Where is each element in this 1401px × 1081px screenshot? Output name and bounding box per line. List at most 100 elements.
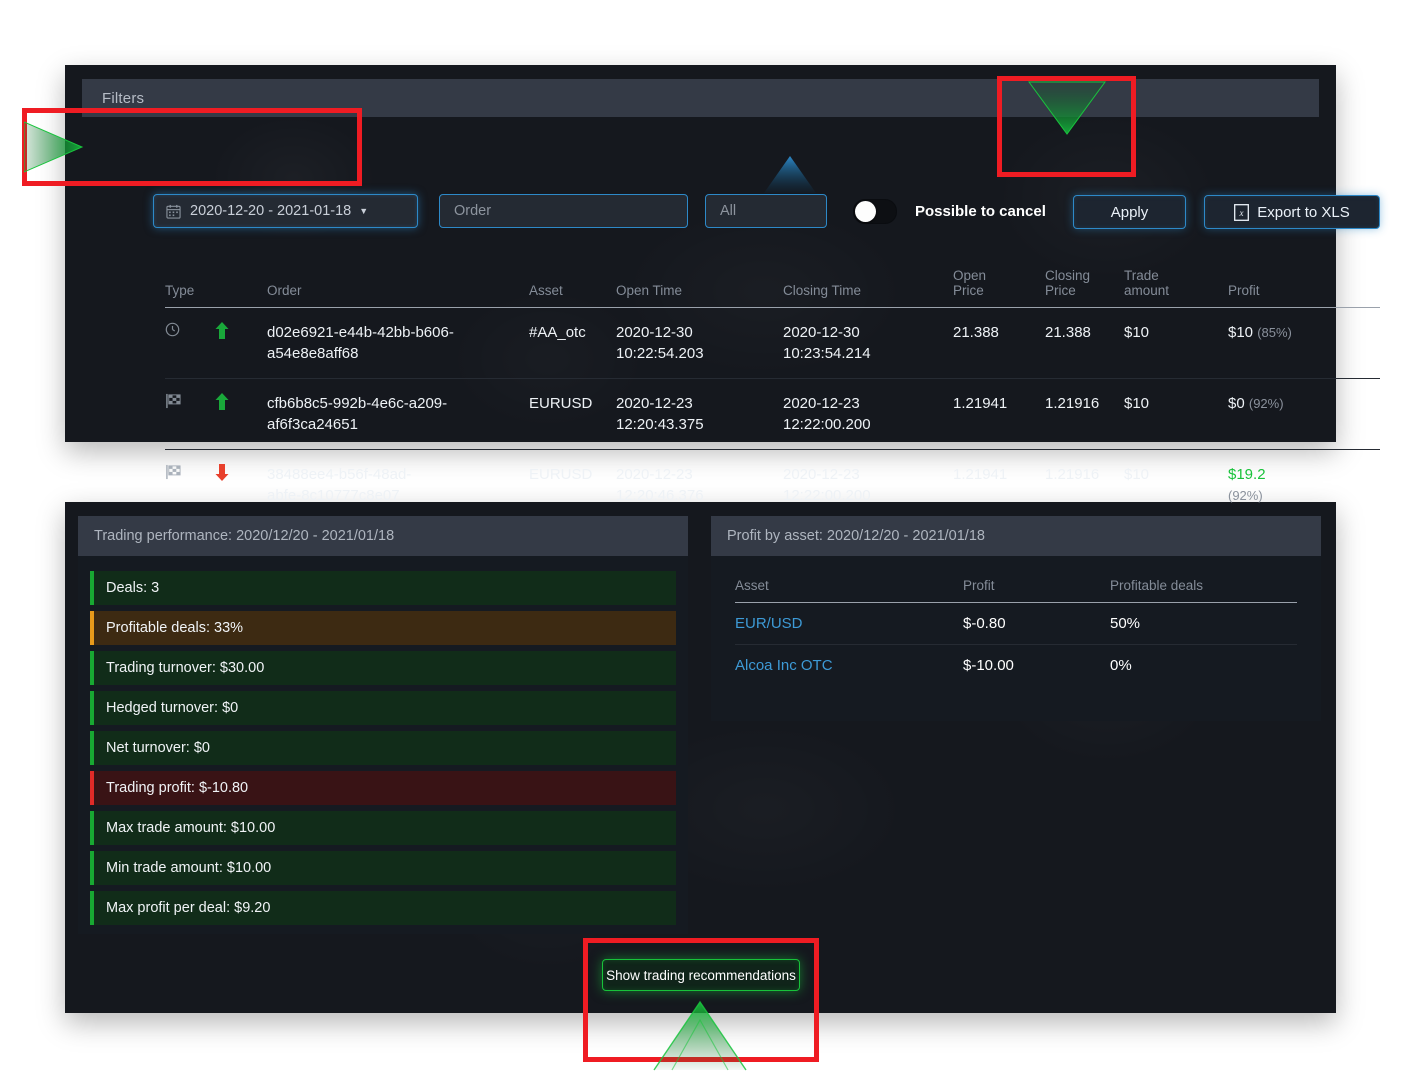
asset-link[interactable]: EUR/USD (735, 615, 803, 632)
cell-open-time: 2020-12-23 12:20:43.375 (616, 395, 704, 433)
performance-stat-label: Trading turnover: $30.00 (106, 660, 265, 676)
status-select[interactable]: All (705, 194, 827, 228)
col-closing-time: Closing Time (783, 283, 862, 298)
cell-closing-time: 2020-12-23 12:22:00.200 (783, 395, 871, 433)
col-asset: Asset (529, 283, 563, 298)
cell-profit: $0 (92%) (1228, 393, 1380, 414)
trading-performance-card: Trading performance: 2020/12/20 - 2021/0… (78, 516, 688, 934)
cell-trade-amount: $10 (1124, 324, 1150, 341)
show-trading-recommendations-button[interactable]: Show trading recommendations (602, 959, 800, 991)
cell-asset: EURUSD (529, 466, 593, 483)
asset-profitable-deals: 50% (1110, 614, 1141, 632)
possible-to-cancel-group: Possible to cancel (853, 198, 1046, 224)
cell-profit: $10 (85%) (1228, 322, 1380, 343)
cell-asset: #AA_otc (529, 324, 586, 341)
performance-stat-label: Hedged turnover: $0 (106, 700, 239, 716)
table-row[interactable]: cfb6b8c5-992b-4e6c-a209- af6f3ca24651 EURU… (165, 379, 1380, 450)
asset-profit: $-10.00 (963, 656, 1014, 674)
col-profit: Profit (1228, 283, 1260, 298)
cell-closing-time: 2020-12-23 12:22:00.200 (783, 466, 871, 504)
performance-stat-label: Trading profit: $-10.80 (106, 780, 249, 796)
performance-stat-label: Deals: 3 (106, 580, 160, 596)
date-range-value: 2020-12-20 - 2021-01-18 (190, 203, 352, 219)
performance-stat-row: Min trade amount: $10.00 (90, 851, 676, 885)
performance-stat-label: Net turnover: $0 (106, 740, 210, 756)
col-asset-profit: Profit (963, 578, 995, 593)
performance-stat-row: Trading profit: $-10.80 (90, 771, 676, 805)
trading-performance-title: Trading performance: 2020/12/20 - 2021/0… (94, 528, 395, 544)
export-to-xls-button[interactable]: x Export to XLS (1204, 195, 1380, 229)
col-open-price: Open Price (953, 268, 987, 298)
col-profitable-deals: Profitable deals (1110, 578, 1204, 593)
trading-performance-header: Trading performance: 2020/12/20 - 2021/0… (78, 516, 688, 556)
table-header-row: Type Order Asset Open Time Closing Time … (165, 265, 1380, 308)
col-trade-amount: Trade amount (1124, 268, 1170, 298)
profit-value: $10 (1228, 324, 1254, 341)
performance-stat-row: Profitable deals: 33% (90, 611, 676, 645)
performance-stat-label: Min trade amount: $10.00 (106, 860, 272, 876)
asset-link[interactable]: Alcoa Inc OTC (735, 657, 833, 674)
trade-history-table: Type Order Asset Open Time Closing Time … (165, 265, 1380, 520)
cell-closing-price: 21.388 (1045, 324, 1091, 341)
asset-table-body: EUR/USD $-0.80 50% Alcoa Inc OTC $-10.00 0% (735, 603, 1297, 686)
toggle-knob (855, 200, 876, 222)
cell-asset: EURUSD (529, 395, 593, 412)
col-open-time: Open Time (616, 283, 683, 298)
cell-closing-price: 1.21916 (1045, 466, 1100, 483)
performance-stat-label: Profitable deals: 33% (106, 620, 244, 636)
asset-profitable-deals: 0% (1110, 656, 1132, 674)
asset-profit: $-0.80 (963, 614, 1006, 632)
col-type: Type (165, 283, 195, 298)
cell-open-price: 1.21941 (953, 395, 1008, 412)
asset-row[interactable]: EUR/USD $-0.80 50% (735, 603, 1297, 645)
cell-trade-amount: $10 (1124, 395, 1150, 412)
asset-table-header-row: Asset Profit Profitable deals (735, 578, 1297, 603)
profit-value: $0 (1228, 395, 1245, 412)
cell-order: 38488ee4-b56f-48ad-abfe-8c10777c8e07 (267, 466, 412, 504)
trade-history-panel: Filters 2020-12-20 - 2021-01-18 ▼ Order … (65, 65, 1380, 504)
performance-stat-row: Trading turnover: $30.00 (90, 651, 676, 685)
xls-file-icon: x (1234, 203, 1250, 221)
col-asset-name: Asset (735, 578, 769, 593)
asset-row[interactable]: Alcoa Inc OTC $-10.00 0% (735, 645, 1297, 686)
export-button-label: Export to XLS (1257, 203, 1350, 221)
clock-icon (165, 322, 215, 343)
profit-by-asset-card: Profit by asset: 2020/12/20 - 2021/01/18… (711, 516, 1321, 721)
performance-stat-row: Deals: 3 (90, 571, 676, 605)
apply-button[interactable]: Apply (1073, 195, 1186, 229)
direction-down-icon (215, 464, 267, 487)
cell-closing-time: 2020-12-30 10:23:54.214 (783, 324, 871, 362)
profit-by-asset-table: Asset Profit Profitable deals EUR/USD $-0… (711, 556, 1321, 686)
cell-open-time: 2020-12-23 12:20:46.376 (616, 466, 704, 504)
cell-open-time: 2020-12-30 10:22:54.203 (616, 324, 704, 362)
profit-by-asset-header: Profit by asset: 2020/12/20 - 2021/01/18 (711, 516, 1321, 556)
direction-up-icon (215, 322, 267, 345)
cell-order: cfb6b8c5-992b-4e6c-a209- af6f3ca24651 (267, 395, 448, 433)
performance-stat-label: Max trade amount: $10.00 (106, 820, 276, 836)
possible-to-cancel-toggle[interactable] (853, 198, 897, 224)
col-closing-price: Closing Price (1045, 268, 1091, 298)
performance-stat-row: Max profit per deal: $9.20 (90, 891, 676, 925)
trading-performance-stats: Deals: 3 Profitable deals: 33% Trading tur… (78, 556, 688, 925)
order-input[interactable]: Order (439, 194, 688, 228)
cell-order: d02e6921-e44b-42bb-b606- a54e8e8aff68 (267, 324, 454, 362)
performance-stat-row: Net turnover: $0 (90, 731, 676, 765)
flag-icon (165, 464, 215, 486)
performance-stat-row: Hedged turnover: $0 (90, 691, 676, 725)
possible-to-cancel-label: Possible to cancel (915, 202, 1046, 220)
direction-up-icon (215, 393, 267, 416)
filters-row: 2020-12-20 - 2021-01-18 ▼ Order All Poss… (153, 193, 1046, 229)
profit-percent: (92%) (1248, 396, 1284, 411)
profit-percent: (92%) (1228, 488, 1263, 503)
cell-open-price: 21.388 (953, 324, 999, 341)
table-body: d02e6921-e44b-42bb-b606- a54e8e8aff68 #AA_… (165, 308, 1380, 520)
performance-stat-label: Max profit per deal: $9.20 (106, 900, 271, 916)
cell-closing-price: 1.21916 (1045, 395, 1100, 412)
cell-trade-amount: $10 (1124, 466, 1150, 483)
show-recommendations-label: Show trading recommendations (606, 967, 796, 983)
table-row[interactable]: 38488ee4-b56f-48ad-abfe-8c10777c8e07 EURU… (165, 450, 1380, 520)
filters-header: Filters (82, 79, 1319, 117)
date-range-picker[interactable]: 2020-12-20 - 2021-01-18 ▼ (153, 194, 418, 228)
profit-value: $19.2 (1228, 466, 1266, 483)
table-row[interactable]: d02e6921-e44b-42bb-b606- a54e8e8aff68 #AA_… (165, 308, 1380, 379)
